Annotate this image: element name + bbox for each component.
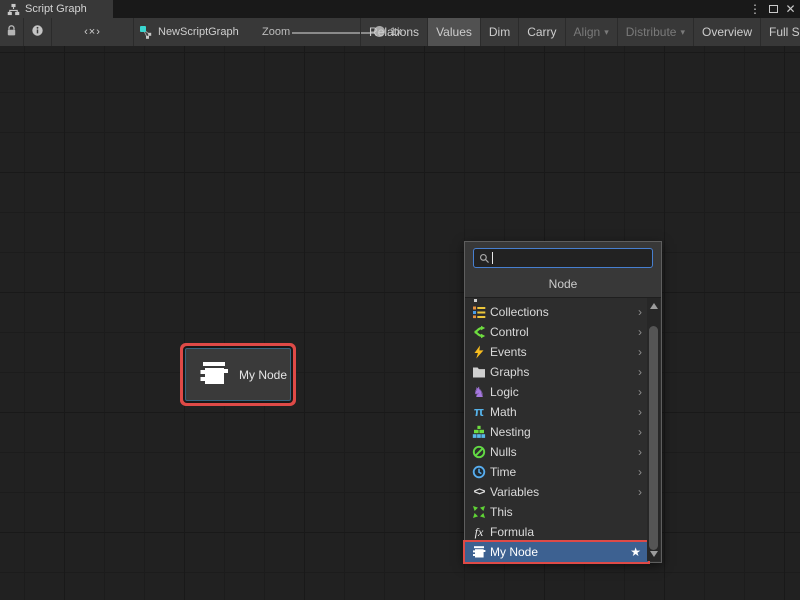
- overview-button[interactable]: Overview: [693, 18, 760, 46]
- lock-icon: [5, 24, 18, 40]
- info-icon: [31, 24, 44, 40]
- finder-scrollbar[interactable]: [647, 298, 660, 561]
- script-graph-window: Script Graph ⋮ ✕ ‹×›: [0, 0, 800, 600]
- window-menu-icon[interactable]: ⋮: [748, 0, 762, 18]
- code-icon: ‹×›: [84, 26, 101, 38]
- events-icon: [472, 345, 486, 359]
- text-caret: [492, 252, 493, 264]
- script-graph-asset-icon: [139, 25, 153, 39]
- chevron-right-icon: ›: [638, 345, 642, 359]
- chevron-right-icon: ›: [638, 305, 642, 319]
- scroll-up-icon[interactable]: [647, 299, 660, 312]
- list-item-this[interactable]: This: [465, 502, 648, 522]
- chevron-right-icon: ›: [638, 385, 642, 399]
- chevron-right-icon: ›: [638, 325, 642, 339]
- graphs-icon: [472, 365, 486, 379]
- chevron-right-icon: ›: [638, 465, 642, 479]
- scrollbar-thumb[interactable]: [649, 326, 658, 550]
- tab-title: Script Graph: [25, 3, 87, 15]
- carry-button[interactable]: Carry: [518, 18, 564, 46]
- chevron-right-icon: ›: [638, 405, 642, 419]
- list-item-logic[interactable]: ♞ Logic ›: [465, 382, 648, 402]
- distribute-dropdown[interactable]: Distribute ▾: [617, 18, 693, 46]
- my-node-unit[interactable]: My Node: [185, 348, 291, 401]
- list-item-nulls[interactable]: Nulls ›: [465, 442, 648, 462]
- tab-script-graph[interactable]: Script Graph: [0, 0, 113, 18]
- graph-name: NewScriptGraph: [158, 26, 239, 38]
- list-item-formula[interactable]: fx Formula: [465, 522, 648, 542]
- this-icon: [472, 505, 486, 519]
- relations-button[interactable]: Relations: [360, 18, 427, 46]
- unit-icon: [199, 359, 229, 390]
- node-label: My Node: [239, 368, 287, 382]
- graph-canvas[interactable]: My Node: [0, 46, 800, 600]
- zoom-label: Zoom: [262, 26, 290, 38]
- list-item-variables[interactable]: <> Variables ›: [465, 482, 648, 502]
- list-item-my-node[interactable]: My Node ★: [465, 542, 648, 562]
- control-icon: [472, 325, 486, 339]
- list-item-control[interactable]: Control ›: [465, 322, 648, 342]
- time-icon: [472, 465, 486, 479]
- values-button[interactable]: Values: [427, 18, 480, 46]
- formula-icon: fx: [472, 525, 486, 539]
- tab-bar: Script Graph ⋮ ✕: [0, 0, 800, 18]
- favorite-star-icon[interactable]: ★: [630, 545, 641, 559]
- align-dropdown[interactable]: Align ▾: [565, 18, 617, 46]
- maximize-icon[interactable]: [766, 0, 781, 18]
- logic-icon: ♞: [472, 385, 486, 399]
- graph-hierarchy-icon: [6, 2, 20, 16]
- variables-icon: <>: [472, 485, 486, 499]
- chevron-right-icon: ›: [638, 485, 642, 499]
- unit-icon: [472, 545, 486, 559]
- chevron-right-icon: ›: [638, 365, 642, 379]
- node-finder-popup: Node Collections ›: [464, 241, 662, 563]
- chevron-down-icon: ▾: [604, 27, 609, 38]
- list-item-graphs[interactable]: Graphs ›: [465, 362, 648, 382]
- code-preview-button[interactable]: ‹×›: [52, 18, 134, 46]
- close-icon[interactable]: ✕: [783, 0, 798, 18]
- nesting-icon: [472, 425, 486, 439]
- graph-reference[interactable]: NewScriptGraph: [139, 18, 239, 46]
- chevron-right-icon: ›: [638, 445, 642, 459]
- scroll-down-icon[interactable]: [647, 547, 660, 560]
- math-icon: π: [472, 405, 486, 419]
- search-icon: [477, 251, 491, 265]
- list-item-time[interactable]: Time ›: [465, 462, 648, 482]
- lock-button[interactable]: [0, 18, 24, 46]
- list-item-nesting[interactable]: Nesting ›: [465, 422, 648, 442]
- nulls-icon: [472, 445, 486, 459]
- collections-icon: [472, 305, 486, 319]
- zoom-control: Zoom 1x: [262, 18, 290, 46]
- search-field[interactable]: [473, 248, 653, 268]
- search-input[interactable]: [491, 249, 652, 267]
- info-button[interactable]: [24, 18, 52, 46]
- list-item-events[interactable]: Events ›: [465, 342, 648, 362]
- list-item-collections[interactable]: Collections ›: [465, 302, 648, 322]
- list-item-math[interactable]: π Math ›: [465, 402, 648, 422]
- finder-header: Node: [465, 273, 661, 297]
- chevron-down-icon: ▾: [680, 27, 685, 38]
- dim-button[interactable]: Dim: [480, 18, 518, 46]
- fullscreen-button[interactable]: Full S: [760, 18, 800, 46]
- toolbar-toggles: Relations Values Dim Carry Align ▾ Distr…: [360, 18, 800, 46]
- finder-list: Collections › Control ›: [465, 297, 661, 562]
- chevron-right-icon: ›: [638, 425, 642, 439]
- graph-toolbar: ‹×› NewScriptGraph Zoom 1x Relations: [0, 18, 800, 46]
- search-area: [465, 242, 661, 273]
